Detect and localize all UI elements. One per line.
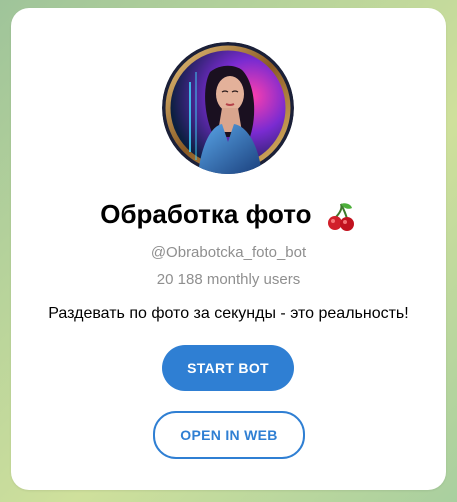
- avatar-image: [162, 42, 294, 174]
- bot-profile-card: Обработка фото @Obrabotcka_foto_bot 20 1…: [11, 8, 446, 490]
- bot-avatar: [162, 42, 294, 174]
- bot-title-row: Обработка фото: [11, 199, 446, 232]
- bot-title: Обработка фото: [100, 199, 312, 229]
- start-bot-button[interactable]: START BOT: [162, 345, 294, 391]
- open-in-web-button[interactable]: OPEN IN WEB: [153, 411, 305, 459]
- cherries-icon: [325, 200, 357, 232]
- monthly-users-count: 20 188 monthly users: [156, 271, 301, 288]
- bot-description: Раздевать по фото за секунды - это реаль…: [48, 305, 409, 322]
- bot-username: @Obrabotcka_foto_bot: [150, 244, 307, 261]
